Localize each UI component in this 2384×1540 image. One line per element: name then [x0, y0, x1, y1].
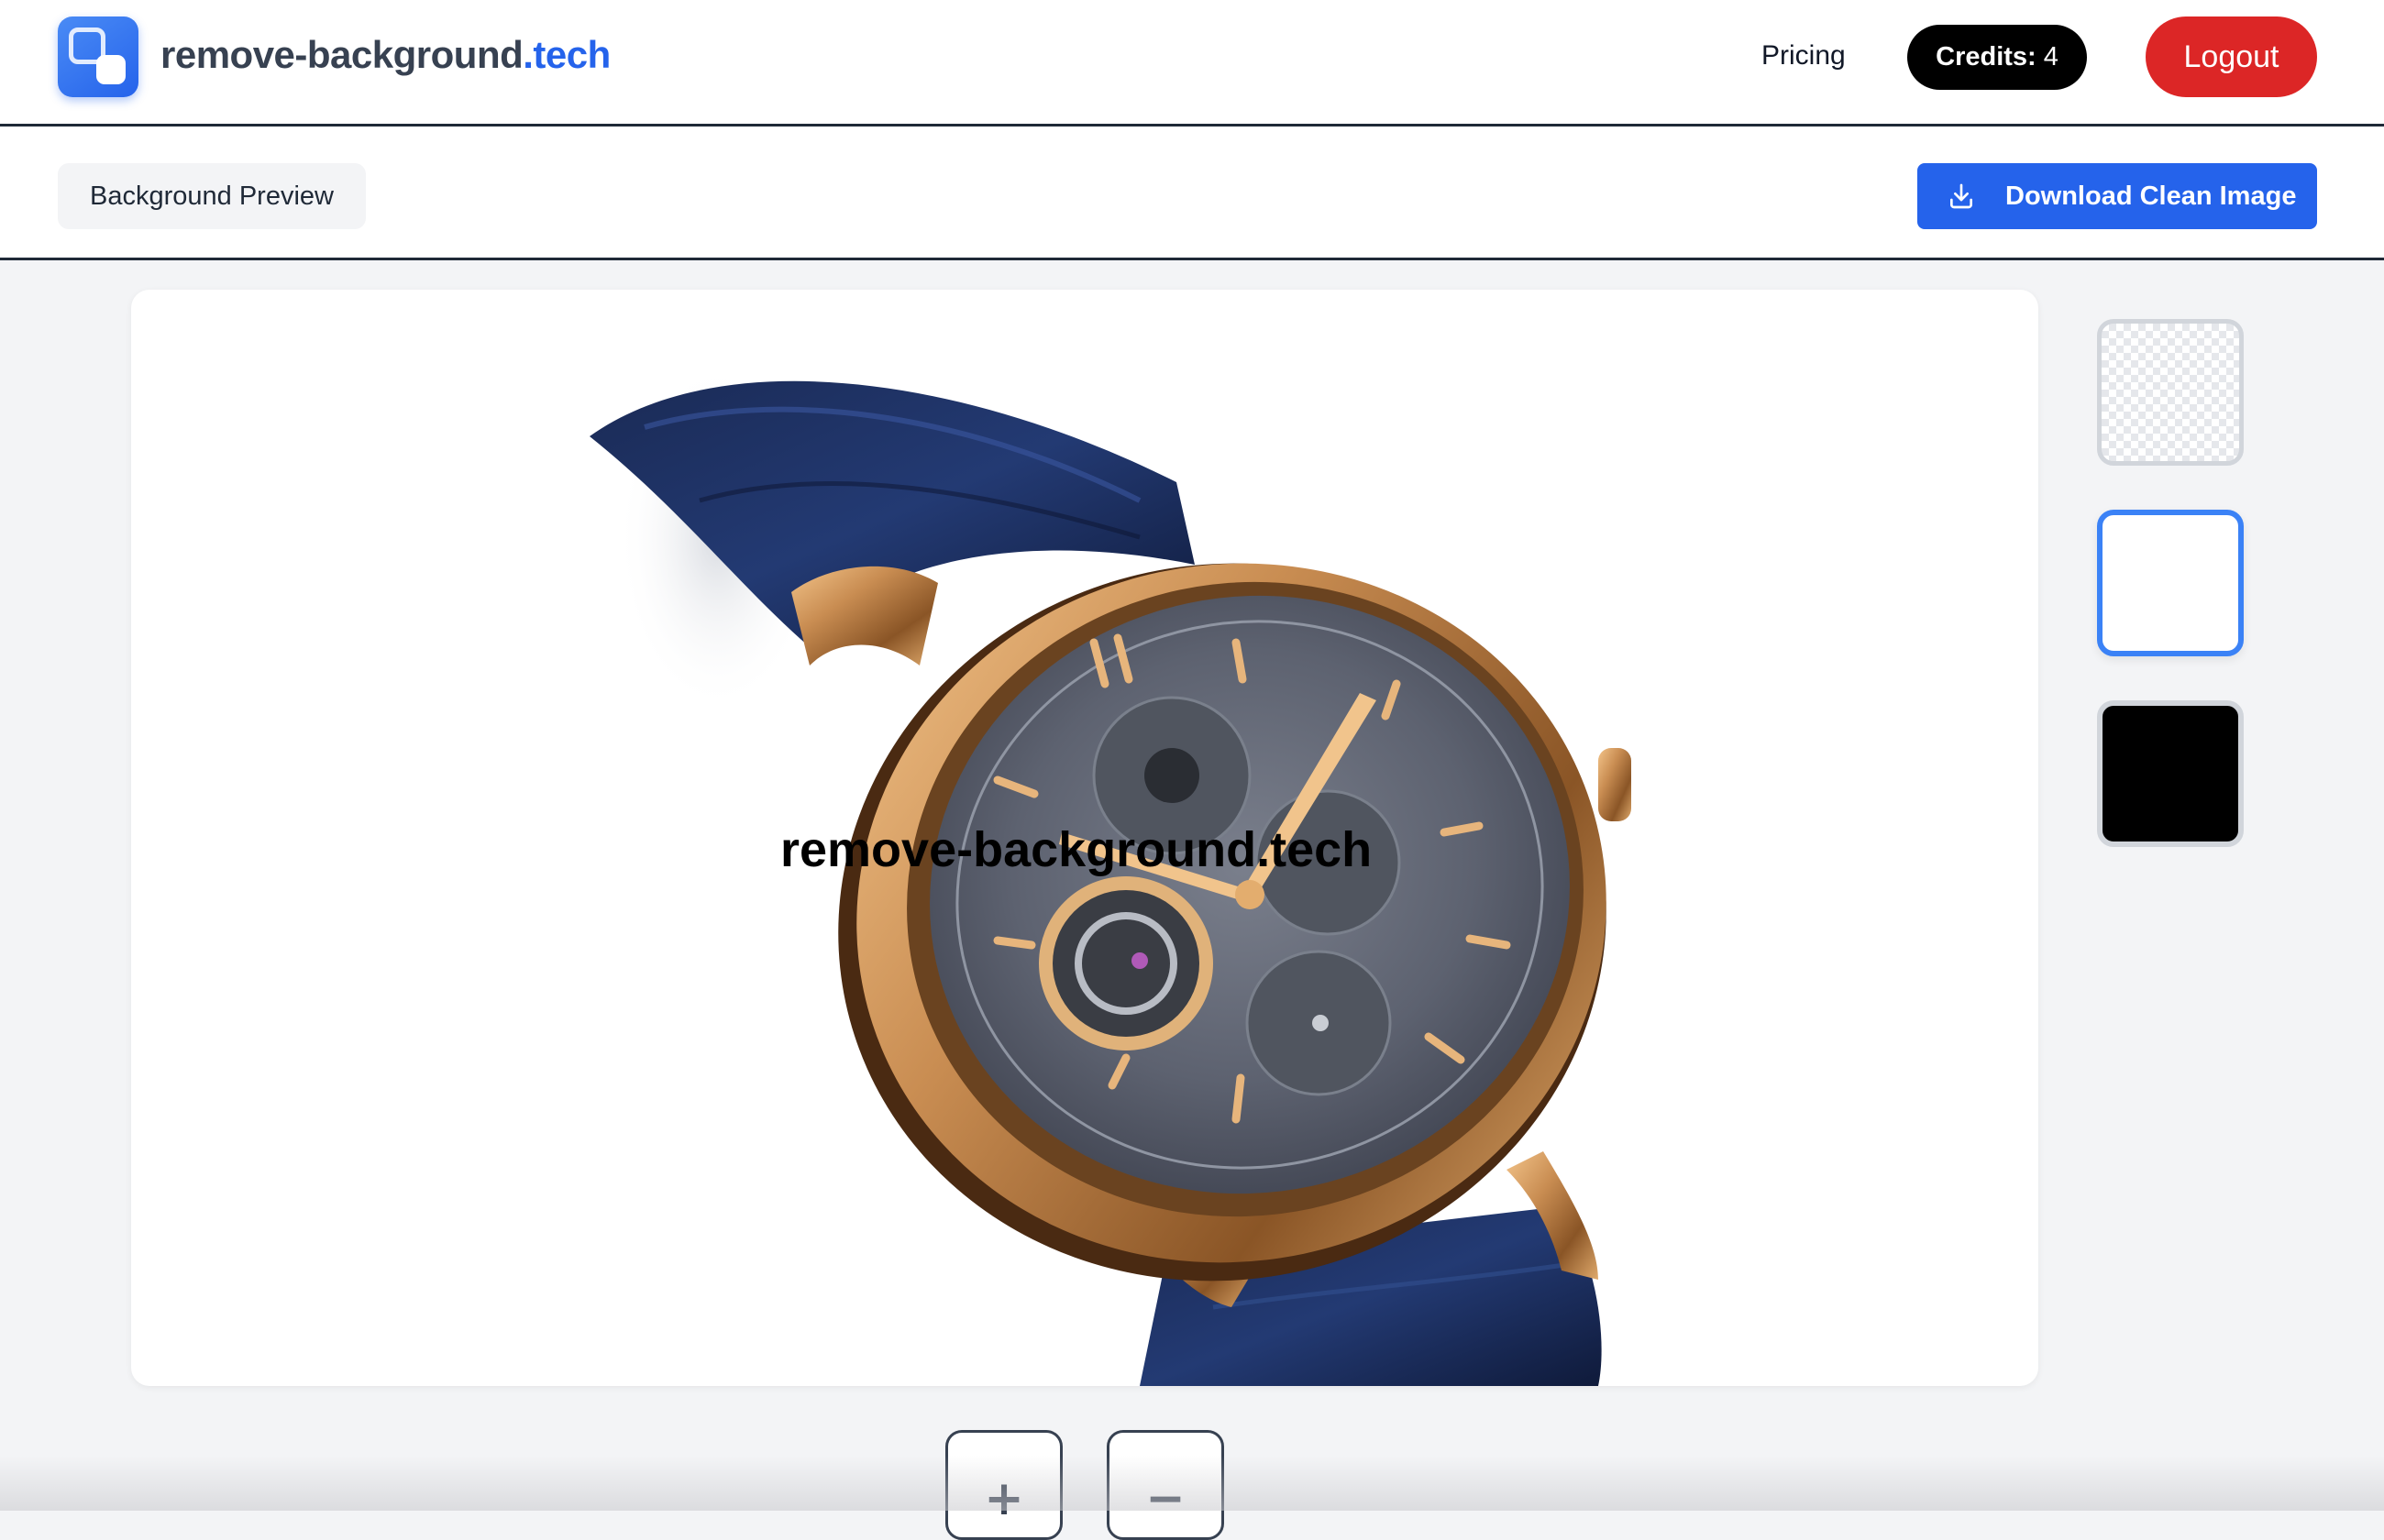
logout-button[interactable]: Logout	[2146, 16, 2317, 97]
image-canvas[interactable]: remove-background.tech	[131, 290, 2038, 1386]
brand-name-tld: .tech	[523, 33, 611, 76]
background-swatch-black[interactable]	[2097, 700, 2244, 847]
background-swatch-white[interactable]	[2097, 510, 2244, 656]
download-label: Download Clean Image	[2005, 181, 2297, 211]
background-preview-button[interactable]: Background Preview	[58, 163, 366, 229]
credits-count: 4	[2043, 42, 2058, 72]
watermark-text: remove-background.tech	[780, 822, 1373, 877]
download-icon	[1950, 183, 1972, 209]
credits-label: Credits:	[1936, 42, 2036, 72]
zoom-out-button[interactable]: −	[1107, 1430, 1224, 1540]
pricing-link[interactable]: Pricing	[1761, 40, 1846, 72]
brand-name-main: remove-background	[160, 33, 524, 76]
logo-shape-filled	[96, 55, 126, 84]
logo-icon[interactable]	[58, 16, 138, 97]
top-navbar: remove-background.tech Pricing Credits: …	[0, 0, 2384, 126]
editor-toolbar: Background Preview Download Clean Image	[0, 126, 2384, 260]
brand-name[interactable]: remove-background.tech	[160, 33, 611, 77]
zoom-in-button[interactable]: +	[945, 1430, 1063, 1540]
background-swatch-transparent[interactable]	[2097, 319, 2244, 466]
download-clean-image-button[interactable]: Download Clean Image	[1917, 163, 2317, 229]
credits-badge: Credits: 4	[1907, 25, 2087, 90]
